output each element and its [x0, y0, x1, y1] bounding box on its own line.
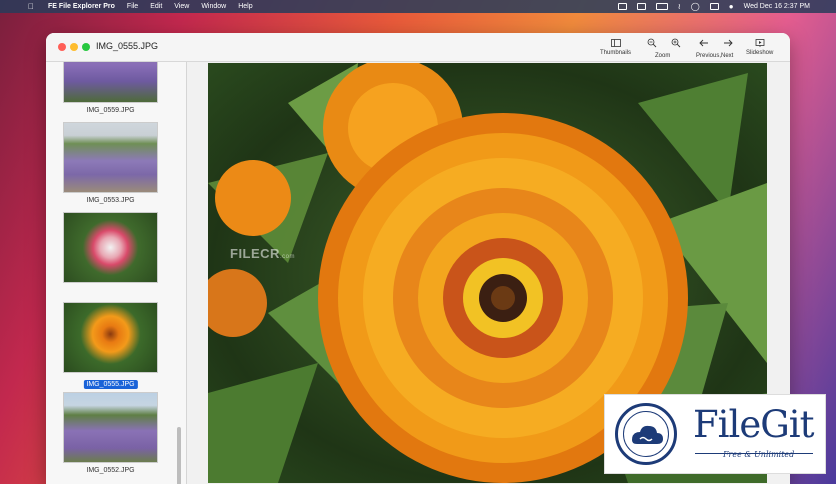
- battery-icon[interactable]: [655, 3, 668, 10]
- slideshow-icon: [755, 39, 765, 47]
- zoom-out-button[interactable]: [647, 38, 657, 50]
- control-center-icon[interactable]: [709, 3, 719, 10]
- filecr-watermark-name: FILECR: [230, 246, 280, 261]
- filegit-logo-icon: [615, 403, 677, 465]
- menu-edit[interactable]: Edit: [150, 3, 162, 10]
- thumbnail-image: [63, 212, 158, 283]
- previous-button[interactable]: [699, 38, 709, 50]
- filecr-watermark: FILECR.com: [230, 246, 295, 261]
- menu-clock[interactable]: Wed Dec 16 2:37 PM: [744, 3, 810, 10]
- close-button[interactable]: [58, 43, 66, 51]
- thumbnail-image: [63, 302, 158, 373]
- slideshow-button[interactable]: Slideshow: [746, 38, 773, 56]
- clock-icon[interactable]: ◯: [691, 2, 700, 11]
- thumbnail-label: IMG_0553.JPG: [86, 197, 135, 204]
- zoom-label: Zoom: [655, 53, 671, 59]
- filegit-tagline: Free & Unlimited: [723, 450, 795, 459]
- zoom-in-button[interactable]: [671, 38, 681, 50]
- slideshow-label: Slideshow: [746, 50, 774, 56]
- title-bar[interactable]: IMG_0555.JPG Thumbnails Zoom Previous,Ne…: [46, 33, 790, 62]
- arrow-right-icon: [724, 39, 733, 47]
- thumbnail-label: IMG_0555.JPG: [83, 380, 138, 389]
- zoom-window-button[interactable]: [82, 43, 90, 51]
- filegit-name: FileGit: [693, 403, 814, 446]
- siri-icon[interactable]: ●: [729, 2, 734, 11]
- thumbnail-item[interactable]: IMG_0559.JPG: [63, 62, 158, 114]
- minimize-button[interactable]: [70, 43, 78, 51]
- menu-app-name[interactable]: FE File Explorer Pro: [48, 3, 115, 10]
- thumbnails-button[interactable]: Thumbnails: [600, 38, 631, 56]
- arrow-left-icon: [699, 39, 708, 47]
- zoom-out-icon: [647, 38, 657, 48]
- filecr-watermark-domain: .com: [279, 254, 295, 260]
- wifi-icon[interactable]: ≀: [678, 2, 681, 11]
- keyboard-input-icon[interactable]: [636, 3, 646, 10]
- filegit-badge: FileGit Free & Unlimited: [604, 394, 826, 474]
- menu-file[interactable]: File: [127, 3, 138, 10]
- thumbnail-item[interactable]: [63, 212, 158, 283]
- thumbnails-label: Thumbnails: [600, 50, 632, 56]
- next-button[interactable]: [723, 38, 733, 50]
- thumbnail-item-selected[interactable]: IMG_0555.JPG: [63, 302, 158, 391]
- menu-bar:  FE File Explorer Pro File Edit View Wi…: [0, 0, 836, 13]
- apple-icon[interactable]: : [28, 2, 34, 11]
- zoom-in-icon: [671, 38, 681, 48]
- sidebar-scrollbar[interactable]: [177, 427, 181, 484]
- thumbnail-label: IMG_0559.JPG: [86, 107, 135, 114]
- thumbnail-image: [63, 62, 158, 103]
- window-title: IMG_0555.JPG: [96, 41, 159, 51]
- thumbnail-sidebar[interactable]: IMG_0559.JPG IMG_0553.JPG IMG_0555.JPG I…: [46, 62, 187, 484]
- previous-next-label: Previous,Next: [696, 53, 734, 59]
- display-icon[interactable]: [617, 3, 627, 10]
- thumbnail-item[interactable]: IMG_0553.JPG: [63, 122, 158, 204]
- thumbnail-image: [63, 392, 158, 463]
- cloud-icon: [632, 425, 663, 444]
- thumbnails-icon: [610, 39, 621, 47]
- thumbnail-item[interactable]: IMG_0552.JPG: [63, 392, 158, 474]
- menu-help[interactable]: Help: [238, 3, 252, 10]
- menu-window[interactable]: Window: [201, 3, 226, 10]
- menu-view[interactable]: View: [174, 3, 189, 10]
- thumbnail-label: IMG_0552.JPG: [86, 467, 135, 474]
- thumbnail-image: [63, 122, 158, 193]
